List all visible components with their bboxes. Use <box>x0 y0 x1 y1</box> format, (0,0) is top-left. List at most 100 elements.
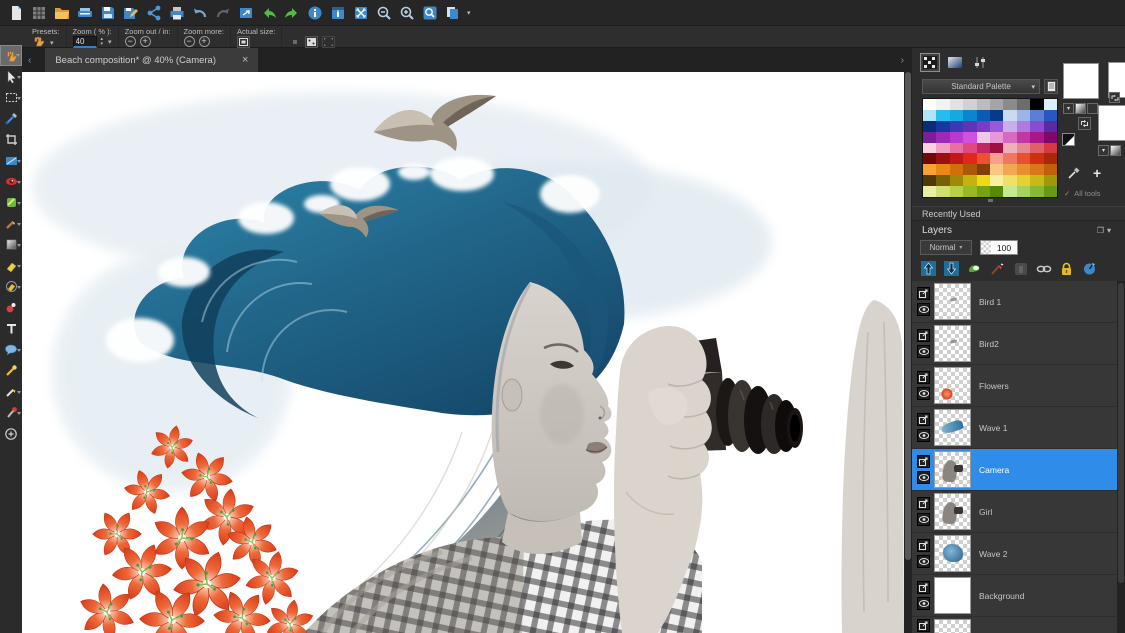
layer-row-bird-1[interactable]: Bird 1 <box>912 281 1117 322</box>
color-swatch[interactable] <box>1003 99 1016 110</box>
layer-visibility-toggle[interactable] <box>917 303 930 316</box>
color-swatch[interactable] <box>936 175 949 186</box>
color-swatch[interactable] <box>1017 121 1030 132</box>
color-swatch[interactable] <box>1044 186 1057 197</box>
color-swatch[interactable] <box>1003 132 1016 143</box>
layer-type-icon[interactable] <box>917 581 930 594</box>
layer-row-flowers[interactable]: Flowers <box>912 365 1117 406</box>
color-swatch[interactable] <box>1017 186 1030 197</box>
color-swatch[interactable] <box>1030 153 1043 164</box>
color-swatch[interactable] <box>977 110 990 121</box>
color-swatch[interactable] <box>977 132 990 143</box>
move-layer-up-icon[interactable] <box>920 260 937 277</box>
color-swatch[interactable] <box>977 164 990 175</box>
opacity-field[interactable]: 100 <box>980 240 1018 255</box>
layer-visibility-toggle[interactable] <box>917 387 930 400</box>
tool-background-eraser[interactable] <box>0 276 22 297</box>
color-swatch[interactable] <box>963 164 976 175</box>
layer-type-icon[interactable] <box>917 413 930 426</box>
layer-thumbnail[interactable] <box>934 367 971 404</box>
palette-dropdown[interactable]: Standard Palette ▾ <box>922 79 1040 94</box>
color-swatch[interactable] <box>1003 175 1016 186</box>
undo-icon[interactable] <box>190 3 210 23</box>
fit-to-window-icon[interactable] <box>351 3 371 23</box>
color-swatch[interactable] <box>990 164 1003 175</box>
save-icon[interactable] <box>98 3 118 23</box>
tool-dodge-burn[interactable] <box>0 360 22 381</box>
color-swatch[interactable] <box>1017 132 1030 143</box>
color-swatch[interactable] <box>977 121 990 132</box>
color-swatch[interactable] <box>1030 164 1043 175</box>
tool-pick[interactable] <box>0 66 22 87</box>
delete-layer-icon[interactable] <box>1012 260 1029 277</box>
tab-sliders[interactable] <box>970 53 990 72</box>
color-swatch[interactable] <box>963 143 976 154</box>
color-swatch[interactable] <box>1003 110 1016 121</box>
color-swatch[interactable] <box>1044 164 1057 175</box>
layer-row-camera[interactable]: Camera <box>912 449 1117 490</box>
duplicate-flyout-caret[interactable]: ▾ <box>467 9 471 17</box>
add-swatch-button[interactable]: + <box>1093 165 1101 181</box>
tab-scroll-right-icon[interactable]: › <box>895 55 910 66</box>
layers-window-icon[interactable]: ❐ <box>1097 226 1104 235</box>
color-swatch[interactable] <box>1030 175 1043 186</box>
color-swatch[interactable] <box>1003 186 1016 197</box>
tool-color-changer[interactable] <box>0 297 22 318</box>
tool-art-media-brush[interactable] <box>0 402 22 423</box>
fullscreen-button[interactable] <box>322 36 335 48</box>
layer-type-icon[interactable] <box>917 539 930 552</box>
color-swatch[interactable] <box>963 110 976 121</box>
layer-thumbnail[interactable] <box>934 619 971 633</box>
share-icon[interactable] <box>144 3 164 23</box>
color-swatch[interactable] <box>977 186 990 197</box>
layer-visibility-toggle[interactable] <box>917 555 930 568</box>
swap-colors-small-icon[interactable] <box>1109 92 1120 103</box>
all-tools-row[interactable]: ✓ All tools <box>1064 189 1101 198</box>
new-layer-icon[interactable] <box>966 260 983 277</box>
color-swatch[interactable] <box>1017 110 1030 121</box>
swatch-grid-scroll-dot[interactable] <box>988 199 993 202</box>
open-folder-icon[interactable] <box>52 3 72 23</box>
color-swatch[interactable] <box>1003 121 1016 132</box>
color-swatch[interactable] <box>936 186 949 197</box>
color-swatch[interactable] <box>936 110 949 121</box>
color-swatch[interactable] <box>1030 99 1043 110</box>
tool-preset-shape[interactable] <box>0 339 22 360</box>
link-layers-icon[interactable] <box>1035 260 1052 277</box>
color-swatch[interactable] <box>936 143 949 154</box>
color-swatch[interactable] <box>990 153 1003 164</box>
layer-visibility-toggle[interactable] <box>917 513 930 526</box>
tool-pan[interactable] <box>0 45 22 66</box>
color-swatch[interactable] <box>1017 143 1030 154</box>
tab-close-icon[interactable]: × <box>242 54 248 66</box>
color-swatch[interactable] <box>1044 99 1057 110</box>
color-swatch[interactable] <box>936 132 949 143</box>
color-swatch[interactable] <box>936 121 949 132</box>
panel-vertical-scrollbar[interactable] <box>1117 281 1125 633</box>
tool-crop[interactable] <box>0 129 22 150</box>
color-swatch[interactable] <box>923 143 936 154</box>
zoom-tool-window-icon[interactable] <box>420 3 440 23</box>
color-swatch[interactable] <box>950 186 963 197</box>
color-swatch[interactable] <box>1044 175 1057 186</box>
layer-row-background[interactable]: Background <box>912 575 1117 616</box>
color-swatch[interactable] <box>923 153 936 164</box>
color-swatch[interactable] <box>990 99 1003 110</box>
layer-thumbnail[interactable] <box>934 325 971 362</box>
layer-type-icon[interactable] <box>917 497 930 510</box>
actual-size-button[interactable] <box>237 36 250 48</box>
panel-scrollbar-thumb[interactable] <box>1118 283 1124 583</box>
tool-text[interactable] <box>0 318 22 339</box>
color-swatch[interactable] <box>963 175 976 186</box>
color-swatch[interactable] <box>950 99 963 110</box>
image-information-icon[interactable] <box>328 3 348 23</box>
layer-thumbnail[interactable] <box>934 535 971 572</box>
color-swatch[interactable] <box>977 99 990 110</box>
color-swatch[interactable] <box>1030 186 1043 197</box>
color-swatch[interactable] <box>950 143 963 154</box>
layer-row-bird2[interactable]: Bird2 <box>912 323 1117 364</box>
tool-makeover[interactable] <box>0 192 22 213</box>
zoom-percent-input[interactable] <box>73 36 97 48</box>
layer-thumbnail[interactable] <box>934 493 971 530</box>
redo-icon[interactable] <box>213 3 233 23</box>
